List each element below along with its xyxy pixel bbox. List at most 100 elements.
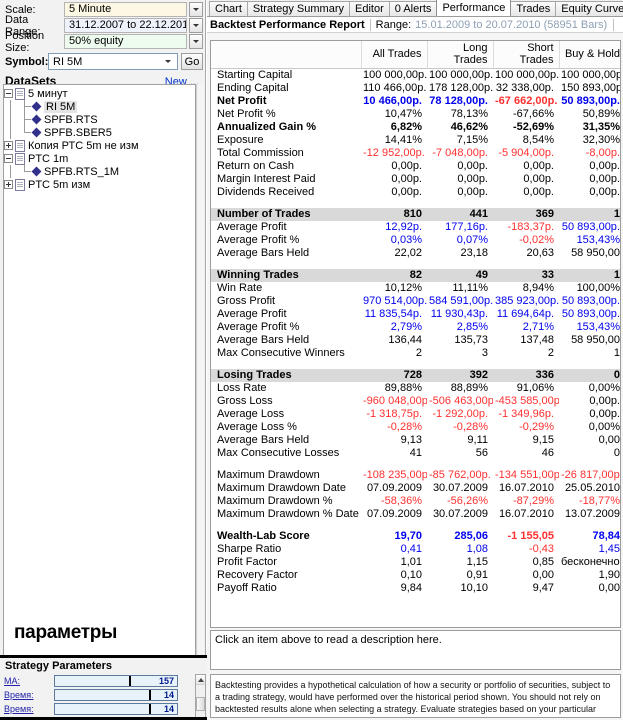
table-row[interactable]: Maximum Drawdown-108 235,00p.-85 762,00p… [211, 469, 621, 482]
table-row[interactable]: Maximum Drawdown %-58,36%-56,26%-87,29%-… [211, 495, 621, 508]
strategy-parameter-slider[interactable]: 14 [54, 689, 178, 701]
table-row[interactable]: Ending Capital110 466,00p.178 128,00p.32… [211, 82, 621, 95]
table-row[interactable]: Net Profit10 466,00p.78 128,00p.-67 662,… [211, 95, 621, 108]
table-row[interactable]: Wealth-Lab Score19,70285,06-1 155,0578,8… [211, 530, 621, 543]
strategy-parameter-row[interactable]: Риск порог:0,2 [0, 716, 208, 720]
scale-dropdown-button[interactable] [189, 2, 203, 17]
scale-value[interactable]: 5 Minute [64, 2, 187, 17]
table-row[interactable]: Average Profit %0,03%0,07%-0,02%153,43% [211, 234, 621, 247]
strategy-parameter-row[interactable]: Время:14 [0, 688, 208, 701]
table-row[interactable]: Dividends Received0,00p.0,00p.0,00p.0,00… [211, 186, 621, 199]
tab-performance[interactable]: Performance [436, 0, 511, 16]
tab-trades[interactable]: Trades [510, 1, 556, 16]
table-row[interactable]: Maximum Drawdown % Date07.09.200930.07.2… [211, 508, 621, 521]
position-size-dropdown-button[interactable] [189, 34, 203, 49]
data-range-value[interactable]: 31.12.2007 to 22.12.2010 [64, 18, 187, 33]
tree-folder[interactable]: PTC 1m [4, 152, 195, 165]
column-header-long-trades[interactable]: Long Trades [427, 41, 493, 69]
strategy-parameter-row[interactable]: MA:157 [0, 674, 208, 687]
tree-folder[interactable]: 5 минут [4, 87, 195, 100]
strategy-parameter-label[interactable]: MA: [4, 676, 54, 686]
sidebar-scrollbar[interactable] [196, 84, 205, 720]
table-row[interactable]: Number of Trades8104413691 [211, 208, 621, 221]
table-row[interactable]: Average Bars Held22,0223,1820,6358 950,0… [211, 247, 621, 260]
slider-thumb[interactable] [129, 676, 131, 686]
tab-editor[interactable]: Editor [349, 1, 390, 16]
dataset-file-icon [15, 88, 25, 100]
table-row[interactable]: Gross Loss-960 048,00p.-506 463,00p.-453… [211, 395, 621, 408]
tree-item[interactable]: SPFB.RTS [4, 113, 195, 126]
performance-report[interactable]: All TradesLong TradesShort TradesBuy & H… [210, 40, 621, 628]
strategy-parameters-scrollbar[interactable] [195, 674, 206, 720]
column-header-metric[interactable] [211, 41, 361, 69]
table-row[interactable]: Losing Trades7283923360 [211, 369, 621, 382]
table-row[interactable]: Average Loss %-0,28%-0,28%-0,29%0,00% [211, 421, 621, 434]
column-header-all-trades[interactable]: All Trades [361, 41, 427, 69]
metric-label: Net Profit [211, 95, 361, 108]
table-row[interactable]: Maximum Drawdown Date07.09.200930.07.200… [211, 482, 621, 495]
go-button[interactable]: Go [181, 53, 203, 70]
collapse-icon[interactable] [4, 89, 13, 98]
table-row[interactable]: Win Rate10,12%11,11%8,94%100,00% [211, 282, 621, 295]
table-row[interactable]: Loss Rate89,88%88,89%91,06%0,00% [211, 382, 621, 395]
tab-strategy-summary[interactable]: Strategy Summary [247, 1, 350, 16]
tree-item[interactable]: RI 5M [4, 100, 195, 113]
metric-value: 9,11 [427, 434, 493, 447]
tree-item[interactable]: SPFB.SBER5 [4, 126, 195, 139]
data-range-dropdown-button[interactable] [189, 18, 203, 33]
column-header-short-trades[interactable]: Short Trades [493, 41, 559, 69]
chevron-down-icon[interactable] [161, 54, 175, 69]
symbol-input[interactable]: RI 5M [48, 53, 178, 70]
table-row[interactable]: Gross Profit970 514,00p.584 591,00p.385 … [211, 295, 621, 308]
scroll-thumb[interactable] [196, 697, 205, 711]
tree-item[interactable]: SPFB.RTS_1M [4, 165, 195, 178]
tree-folder[interactable]: PTC 5m изм [4, 178, 195, 191]
table-row[interactable]: Return on Cash0,00p.0,00p.0,00p.0,00p. [211, 160, 621, 173]
metric-value: 2,71% [493, 321, 559, 334]
table-row[interactable]: Average Loss-1 318,75p.-1 292,00p.-1 349… [211, 408, 621, 421]
table-row[interactable]: Average Profit %2,79%2,85%2,71%153,43% [211, 321, 621, 334]
tree-folder[interactable]: Копия РТС 5m не изм [4, 139, 195, 152]
table-row[interactable]: Max Consecutive Losses4156460 [211, 447, 621, 460]
strategy-parameter-label[interactable]: Время: [4, 704, 54, 714]
table-row[interactable]: Margin Interest Paid0,00p.0,00p.0,00p.0,… [211, 173, 621, 186]
expand-icon[interactable] [4, 141, 13, 150]
metric-value: -0,02% [493, 234, 559, 247]
slider-thumb[interactable] [149, 704, 151, 714]
scroll-up-icon[interactable] [196, 675, 205, 685]
tab-chart[interactable]: Chart [209, 1, 248, 16]
description-box[interactable]: Click an item above to read a descriptio… [210, 630, 621, 670]
metric-value: бесконечность [559, 556, 621, 569]
table-row[interactable]: Average Bars Held136,44135,73137,4858 95… [211, 334, 621, 347]
metric-value: 19,70 [361, 530, 427, 543]
table-row[interactable]: Average Bars Held9,139,119,150,00 [211, 434, 621, 447]
table-row[interactable]: Starting Capital100 000,00p.100 000,00p.… [211, 69, 621, 83]
table-row[interactable]: Payoff Ratio9,8410,109,470,00 [211, 582, 621, 595]
table-row[interactable]: Annualized Gain %6,82%46,62%-52,69%31,35… [211, 121, 621, 134]
table-row[interactable]: Net Profit %10,47%78,13%-67,66%50,89% [211, 108, 621, 121]
strategy-parameter-row[interactable]: Время:14 [0, 702, 208, 715]
strategy-parameter-slider[interactable]: 14 [54, 703, 178, 715]
table-row[interactable]: Recovery Factor0,100,910,001,90 [211, 569, 621, 582]
table-row[interactable]: Average Profit11 835,54p.11 930,43p.11 6… [211, 308, 621, 321]
metric-value: 22,02 [361, 247, 427, 260]
table-row[interactable]: Sharpe Ratio0,411,08-0,431,45 [211, 543, 621, 556]
position-size-value[interactable]: 50% equity [64, 34, 187, 49]
strategy-parameter-slider[interactable]: 0,2 [54, 717, 178, 720]
table-row[interactable]: Total Commission-12 952,00p.-7 048,00p.-… [211, 147, 621, 160]
table-row[interactable]: Exposure14,41%7,15%8,54%32,30% [211, 134, 621, 147]
table-row[interactable]: Profit Factor1,011,150,85бесконечность [211, 556, 621, 569]
column-header-buy-hold[interactable]: Buy & Hold [559, 41, 621, 69]
strategy-parameter-label[interactable]: Время: [4, 690, 54, 700]
expand-icon[interactable] [4, 180, 13, 189]
strategy-parameter-slider[interactable]: 157 [54, 675, 178, 687]
table-row[interactable]: Average Profit12,92p.177,16p.-183,37p.50… [211, 221, 621, 234]
collapse-icon[interactable] [4, 154, 13, 163]
tab-0-alerts[interactable]: 0 Alerts [389, 1, 438, 16]
report-title: Backtest Performance Report [210, 19, 365, 31]
table-row[interactable]: Winning Trades8249331 [211, 269, 621, 282]
slider-thumb[interactable] [149, 690, 151, 700]
table-row[interactable]: Max Consecutive Winners2321 [211, 347, 621, 360]
tab-equity-curve[interactable]: Equity Curve [555, 1, 623, 16]
tab-bar: ChartStrategy SummaryEditor0 AlertsPerfo… [207, 0, 623, 17]
